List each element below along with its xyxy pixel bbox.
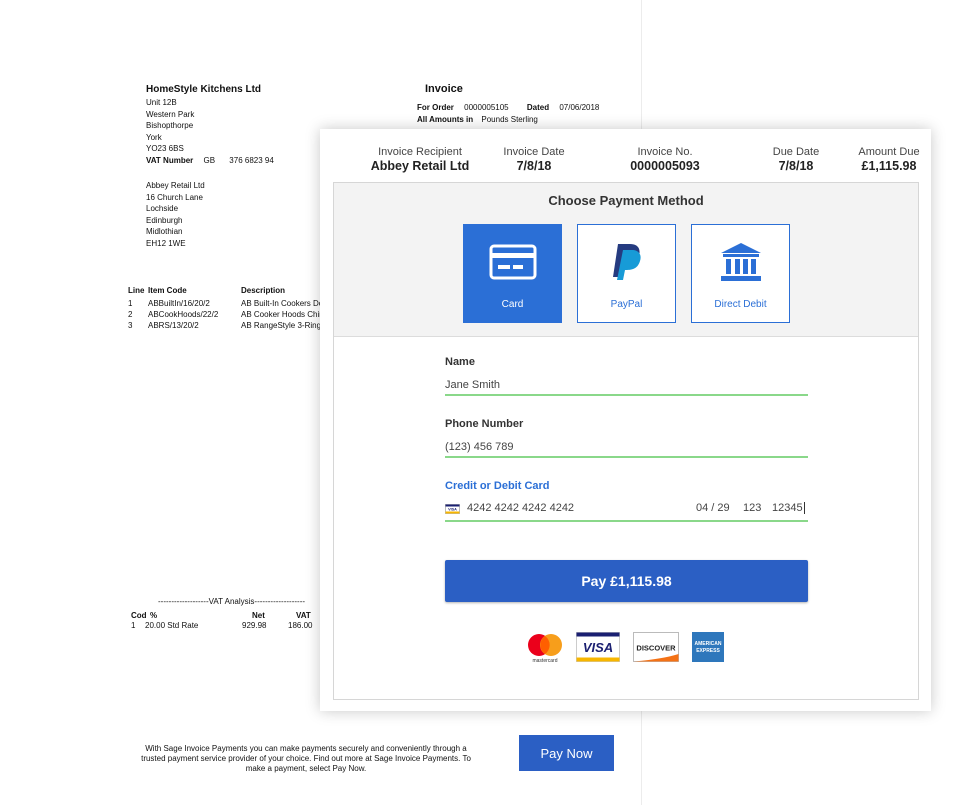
summary-invoice-number: Invoice No. 0000005093 bbox=[630, 146, 700, 173]
svg-text:EXPRESS: EXPRESS bbox=[696, 648, 720, 654]
card-postcode-input[interactable]: 12345 bbox=[772, 502, 805, 514]
invoice-heading: Invoice bbox=[425, 83, 463, 95]
pay-amount-button[interactable]: Pay £1,115.98 bbox=[445, 560, 808, 602]
card-underline bbox=[445, 520, 808, 522]
invoice-summary: Invoice Recipient Abbey Retail Ltd Invoi… bbox=[320, 129, 931, 181]
phone-input[interactable]: (123) 456 789 bbox=[445, 441, 514, 453]
phone-label: Phone Number bbox=[445, 418, 524, 430]
summary-amount-due: Amount Due £1,115.98 bbox=[858, 146, 920, 173]
method-card[interactable]: Card bbox=[463, 224, 562, 323]
table-row: 1 bbox=[128, 299, 133, 308]
lines-col-item-code: ABBuiltIn/16/20/2 ABCookHoods/22/2 ABRS/… bbox=[148, 299, 219, 330]
name-field[interactable]: Name Jane Smith bbox=[445, 356, 808, 396]
card-expiry-input[interactable]: 04 / 29 bbox=[696, 502, 730, 514]
phone-field[interactable]: Phone Number (123) 456 789 bbox=[445, 418, 808, 458]
card-number-input[interactable]: 4242 4242 4242 4242 bbox=[467, 502, 574, 514]
amex-icon: AMERICAN EXPRESS bbox=[692, 632, 724, 667]
bank-icon bbox=[719, 243, 763, 281]
table-row: 2 bbox=[128, 310, 133, 319]
lines-col-description: AB Built-In Cookers Dou AB Cooker Hoods … bbox=[241, 299, 328, 330]
company-address: Unit 12B Western Park Bishopthorpe York … bbox=[146, 98, 195, 153]
name-underline bbox=[445, 394, 808, 396]
customer-address: Abbey Retail Ltd 16 Church Lane Lochside… bbox=[146, 181, 205, 248]
summary-invoice-date: Invoice Date 7/8/18 bbox=[503, 146, 565, 173]
payment-panel: Invoice Recipient Abbey Retail Ltd Invoi… bbox=[320, 129, 931, 711]
name-input[interactable]: Jane Smith bbox=[445, 379, 500, 391]
lines-col-line: 1 2 3 bbox=[128, 298, 132, 331]
phone-underline bbox=[445, 456, 808, 458]
vat-number-row: VAT Number GB 376 6823 94 bbox=[146, 156, 274, 165]
company-name: HomeStyle Kitchens Ltd bbox=[146, 84, 262, 95]
summary-due-date: Due Date 7/8/18 bbox=[772, 146, 820, 173]
payment-method-selector: Choose Payment Method Card PayPal Direct… bbox=[334, 183, 918, 337]
card-field[interactable]: Credit or Debit Card VISA 4242 4242 4242… bbox=[445, 480, 808, 524]
lines-header-description: Description bbox=[241, 286, 286, 295]
svg-text:DISCOVER: DISCOVER bbox=[636, 644, 676, 653]
card-cvc-input[interactable]: 123 bbox=[743, 502, 761, 514]
card-icon bbox=[489, 243, 537, 281]
order-row: For Order 0000005105 Dated 07/06/2018 bbox=[417, 103, 600, 112]
summary-recipient: Invoice Recipient Abbey Retail Ltd bbox=[370, 146, 470, 173]
footer-note: With Sage Invoice Payments you can make … bbox=[141, 744, 471, 773]
table-row: 3 bbox=[128, 321, 133, 330]
visa-icon: VISA bbox=[576, 632, 620, 667]
lines-header-item-code: Item Code bbox=[148, 286, 187, 295]
svg-text:mastercard: mastercard bbox=[532, 658, 557, 664]
svg-text:VISA: VISA bbox=[448, 508, 457, 512]
card-label: Credit or Debit Card bbox=[445, 480, 550, 492]
discover-icon: DISCOVER bbox=[633, 632, 679, 667]
method-paypal[interactable]: PayPal bbox=[577, 224, 676, 323]
payment-form: Choose Payment Method Card PayPal Direct… bbox=[333, 182, 919, 700]
currency-row: All Amounts in Pounds Sterling bbox=[417, 115, 538, 124]
visa-mini-icon: VISA bbox=[445, 504, 461, 514]
mastercard-icon: mastercard bbox=[525, 632, 565, 669]
vat-analysis-title: -------------------VAT Analysis---------… bbox=[158, 597, 306, 606]
svg-text:VISA: VISA bbox=[583, 640, 613, 655]
svg-text:AMERICAN: AMERICAN bbox=[695, 641, 722, 647]
paypal-icon bbox=[610, 243, 644, 281]
pay-now-button[interactable]: Pay Now bbox=[519, 735, 614, 771]
name-label: Name bbox=[445, 356, 475, 368]
lines-header-line: Line bbox=[128, 286, 145, 295]
method-direct-debit[interactable]: Direct Debit bbox=[691, 224, 790, 323]
payment-method-title: Choose Payment Method bbox=[548, 193, 704, 208]
